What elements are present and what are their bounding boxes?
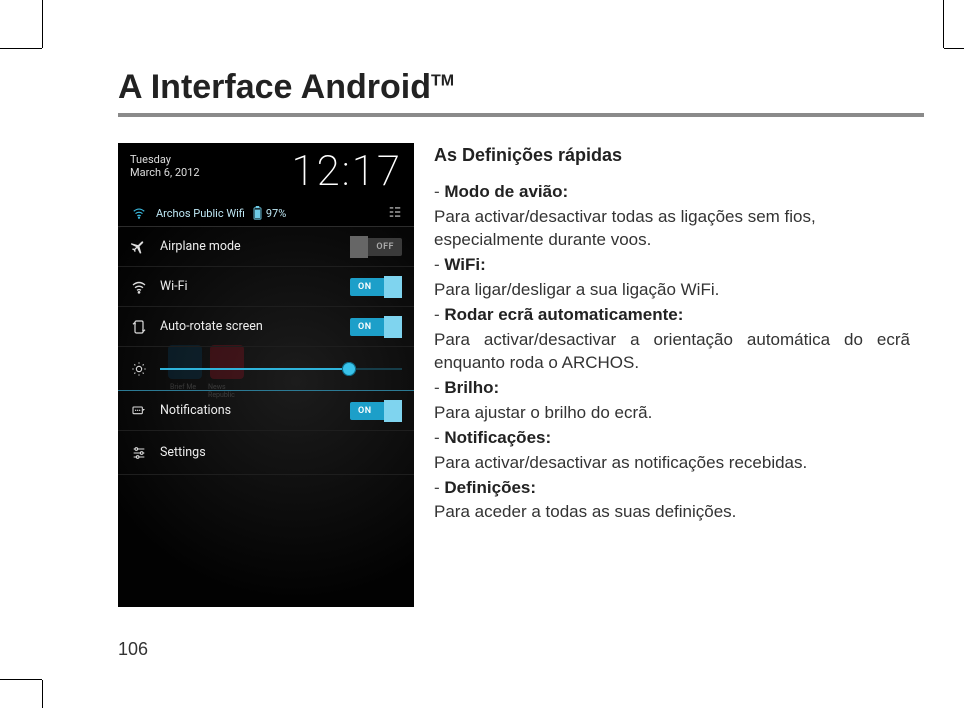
- item-desc: Para activar/desactivar as notificações …: [434, 452, 910, 475]
- brightness-slider[interactable]: [160, 368, 402, 370]
- date-full: March 6, 2012: [130, 166, 200, 179]
- qs-notifications-toggle[interactable]: ON: [350, 402, 402, 420]
- rhs-heading: As Definições rápidas: [434, 143, 910, 167]
- qs-autorotate-row[interactable]: Auto-rotate screen ON: [118, 307, 414, 347]
- notifications-icon: [130, 402, 148, 420]
- battery-status: 97%: [253, 206, 286, 220]
- settings-sliders-icon: [130, 444, 148, 462]
- autorotate-icon: [130, 318, 148, 336]
- airplane-icon: [130, 238, 148, 256]
- quicksettings-icon[interactable]: [388, 205, 402, 222]
- item-label: Notificações:: [444, 428, 551, 447]
- qs-settings-row[interactable]: Settings: [118, 431, 414, 475]
- item-desc: Para activar/desactivar a orientação aut…: [434, 329, 910, 375]
- qs-brightness-row[interactable]: [118, 347, 414, 391]
- qs-airplane-toggle[interactable]: OFF: [350, 238, 402, 256]
- ss-clock: 12:17: [292, 147, 402, 196]
- wifi-row-icon: [130, 278, 148, 296]
- description-column: As Definições rápidas - Modo de avião: P…: [434, 143, 910, 607]
- brightness-thumb[interactable]: [342, 362, 356, 376]
- item-label: Rodar ecrã automaticamente:: [444, 305, 683, 324]
- item-desc: Para aceder a todas as suas definições.: [434, 501, 910, 524]
- battery-pct: 97%: [266, 207, 286, 220]
- title-rule: [118, 113, 924, 117]
- item-desc: Para activar/desactivar todas as ligaçõe…: [434, 206, 910, 252]
- android-screenshot: Tuesday March 6, 2012 12:17 Archos Publi…: [118, 143, 414, 607]
- qs-wifi-row[interactable]: Wi-Fi ON: [118, 267, 414, 307]
- page-body: A Interface AndroidTM Tuesday March 6, 2…: [118, 68, 924, 607]
- item-desc: Para ligar/desligar a sua ligação WiFi.: [434, 279, 910, 302]
- title-tm: TM: [431, 73, 454, 90]
- qs-autorotate-toggle[interactable]: ON: [350, 318, 402, 336]
- page-title: A Interface AndroidTM: [118, 68, 924, 107]
- page-number: 106: [118, 639, 148, 660]
- ss-header: Tuesday March 6, 2012 12:17: [118, 143, 414, 196]
- qs-airplane-label: Airplane mode: [160, 239, 338, 254]
- qs-wifi-label: Wi-Fi: [160, 279, 338, 294]
- quick-settings-panel: Brief Me News Republic Airplane mode OFF…: [118, 227, 414, 607]
- qs-notifications-label: Notifications: [160, 403, 338, 418]
- qs-wifi-toggle[interactable]: ON: [350, 278, 402, 296]
- item-label: WiFi:: [444, 255, 485, 274]
- qs-airplane-row[interactable]: Airplane mode OFF: [118, 227, 414, 267]
- item-label: Definições:: [444, 478, 536, 497]
- item-label: Modo de avião:: [444, 182, 568, 201]
- date-weekday: Tuesday: [130, 153, 200, 166]
- battery-icon: [253, 206, 262, 220]
- brightness-icon: [130, 360, 148, 378]
- wifi-icon: [130, 204, 148, 222]
- item-label: Brilho:: [444, 378, 499, 397]
- content-row: Tuesday March 6, 2012 12:17 Archos Publi…: [118, 143, 924, 607]
- qs-autorotate-label: Auto-rotate screen: [160, 319, 338, 334]
- title-main: A Interface Android: [118, 68, 431, 106]
- wifi-name: Archos Public Wifi: [156, 207, 245, 220]
- ss-date: Tuesday March 6, 2012: [130, 153, 200, 179]
- qs-notifications-row[interactable]: Notifications ON: [118, 391, 414, 431]
- item-desc: Para ajustar o brilho do ecrã.: [434, 402, 910, 425]
- ss-status-bar: Archos Public Wifi 97%: [118, 196, 414, 226]
- qs-settings-label: Settings: [160, 445, 402, 460]
- brightness-fill: [160, 368, 349, 370]
